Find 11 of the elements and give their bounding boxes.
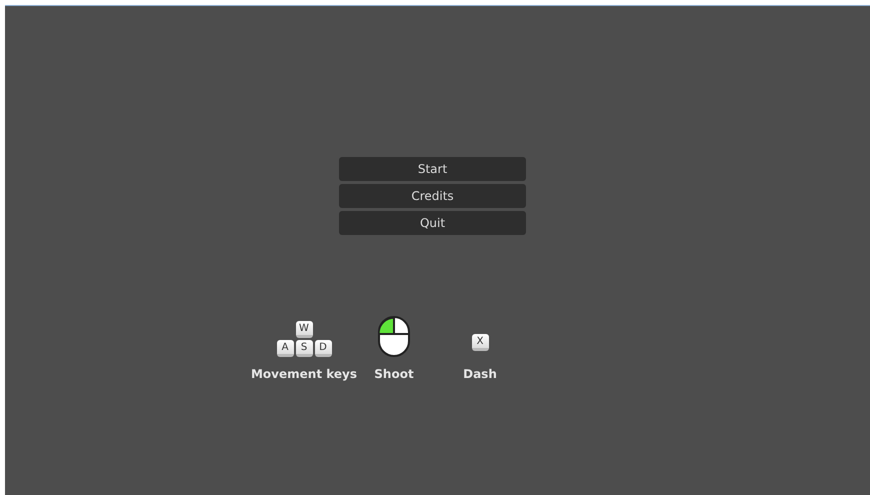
menu-button[interactable]: Start	[339, 157, 526, 181]
key-cap: S	[296, 340, 312, 357]
control-label: Movement keys	[250, 367, 357, 381]
key-cap: A	[276, 340, 294, 357]
control-label: Shoot	[374, 367, 414, 381]
key-cap: D	[314, 340, 332, 357]
control-label: Dash	[463, 367, 497, 381]
key-cap: X	[472, 334, 488, 351]
key-cap: W	[296, 321, 312, 338]
menu-button[interactable]: Credits	[339, 184, 526, 208]
menu-button[interactable]: Quit	[339, 211, 526, 235]
